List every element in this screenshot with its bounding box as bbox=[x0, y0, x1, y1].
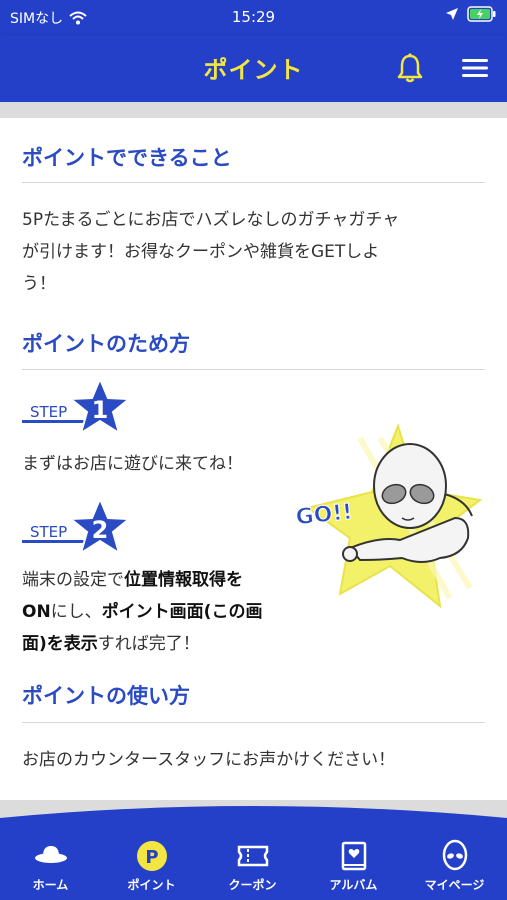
alien-face-icon bbox=[442, 839, 468, 871]
step-label: STEP bbox=[30, 523, 67, 541]
section-heading-what: ポイントでできること bbox=[22, 146, 232, 170]
step-1-text: まずはお店に遊びに来てね！ bbox=[22, 454, 243, 474]
battery-charging-icon bbox=[467, 6, 496, 22]
step-number: 2 bbox=[92, 516, 109, 544]
points-info-card: ポイントでできること 5Pたまるごとにお店でハズレなしのガチャガチャ が引けます… bbox=[0, 118, 507, 800]
nav-label: ポイント bbox=[127, 878, 176, 892]
nav-label: ホーム bbox=[32, 878, 69, 892]
bottom-navigation: ホーム P ポイント クーポン アルバム マイページ bbox=[0, 800, 507, 900]
section-heading-usage: ポイントの使い方 bbox=[22, 684, 190, 708]
body-line: が引けます！お得なクーポンや雑貨をGETしよ bbox=[22, 242, 380, 262]
status-right bbox=[445, 6, 497, 22]
nav-item-album[interactable]: アルバム bbox=[303, 800, 404, 900]
nav-item-coupon[interactable]: クーポン bbox=[202, 800, 303, 900]
nav-item-mypage[interactable]: マイページ bbox=[404, 800, 505, 900]
divider bbox=[22, 182, 485, 183]
ufo-icon bbox=[35, 846, 67, 863]
nav-label: クーポン bbox=[228, 878, 277, 892]
text-fragment: 端末の設定で bbox=[22, 570, 124, 590]
nav-item-home[interactable]: ホーム bbox=[0, 800, 101, 900]
ticket-icon bbox=[237, 845, 269, 867]
section-what-body: 5Pたまるごとにお店でハズレなしのガチャガチャ が引けます！お得なクーポンや雑貨… bbox=[22, 204, 399, 300]
app-header: ポイント bbox=[0, 36, 507, 102]
step-2-line: 端末の設定で位置情報取得を bbox=[22, 564, 292, 596]
page-title: ポイント bbox=[203, 56, 304, 84]
body-line: う！ bbox=[22, 274, 56, 294]
nav-item-point[interactable]: P ポイント bbox=[101, 800, 202, 900]
svg-text:P: P bbox=[145, 847, 158, 868]
alien-go-illustration: GO!! bbox=[294, 422, 483, 609]
divider bbox=[22, 369, 485, 370]
divider bbox=[22, 722, 485, 723]
step-badge-graphic: STEP 1 bbox=[22, 376, 132, 436]
text-fragment-bold: 位置情報取得を bbox=[124, 570, 243, 590]
clock: 15:29 bbox=[231, 8, 276, 26]
text-fragment-bold: 面)を表示 bbox=[22, 634, 98, 654]
text-fragment: すれば完了！ bbox=[97, 634, 200, 654]
step-label: STEP bbox=[30, 403, 67, 421]
step-2-badge: STEP 2 bbox=[22, 496, 134, 560]
step-2-line: ONにし、ポイント画面(この画 bbox=[22, 596, 292, 628]
album-icon bbox=[341, 841, 367, 871]
text-fragment: にし、 bbox=[50, 602, 102, 622]
step-badge-graphic: STEP 2 bbox=[22, 496, 132, 556]
step-2-text: 端末の設定で位置情報取得を ONにし、ポイント画面(この画 面)を表示すれば完了… bbox=[22, 564, 292, 660]
step-number: 1 bbox=[92, 396, 109, 424]
status-bar: SIMなし 15:29 bbox=[0, 0, 507, 36]
body-line: 5Pたまるごとにお店でハズレなしのガチャガチャ bbox=[22, 210, 400, 230]
text-fragment-bold: ON bbox=[22, 602, 51, 622]
nav-label: アルバム bbox=[329, 878, 378, 892]
location-arrow-icon bbox=[446, 8, 458, 20]
hamburger-menu-icon[interactable] bbox=[458, 52, 492, 84]
section-usage-body: お店のカウンタースタッフにお声かけください！ bbox=[22, 750, 396, 770]
section-heading-howto: ポイントのため方 bbox=[22, 332, 190, 356]
bell-icon[interactable] bbox=[393, 51, 427, 85]
nav-label: マイページ bbox=[424, 878, 485, 892]
step-2-line: 面)を表示すれば完了！ bbox=[22, 628, 292, 660]
step-1-badge: STEP 1 bbox=[22, 376, 134, 440]
text-fragment-bold: ポイント画面(この画 bbox=[101, 602, 263, 622]
point-p-icon: P bbox=[137, 841, 167, 871]
